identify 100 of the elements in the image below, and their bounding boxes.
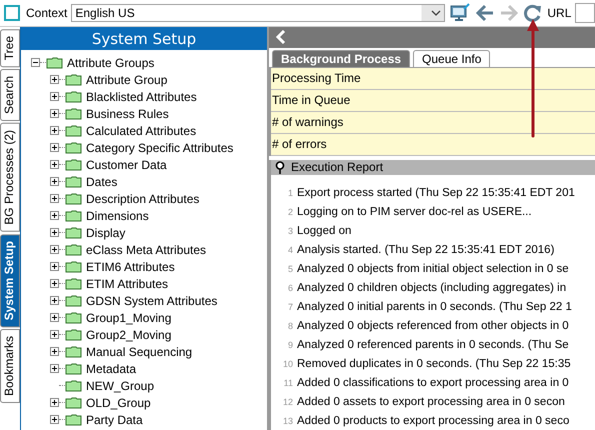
side-tab[interactable]: System Setup (0, 234, 20, 328)
folder-icon (65, 328, 82, 340)
side-tab[interactable]: BG Processes (2) (0, 123, 20, 232)
expand-icon[interactable] (50, 245, 59, 254)
line-number: 12 (282, 396, 294, 406)
monitor-icon[interactable] (449, 3, 472, 23)
refresh-icon[interactable] (523, 4, 544, 22)
expand-icon[interactable] (50, 143, 59, 152)
tree-item[interactable]: OLD_Group (86, 396, 151, 410)
expand-icon[interactable] (50, 279, 59, 288)
tree-item[interactable]: Manual Sequencing (86, 344, 192, 358)
side-tab[interactable]: Tree (0, 29, 20, 68)
line-number: 6 (286, 282, 294, 292)
line-number: 4 (286, 244, 294, 254)
log-line: Export process started (Thu Sep 22 15:35:41 EDT 201 (297, 186, 575, 198)
tree-item[interactable]: ETIM6 Attributes (86, 260, 175, 274)
app-logo-icon (4, 5, 20, 21)
expand-icon[interactable] (50, 262, 59, 271)
tree-item[interactable]: Business Rules (86, 106, 169, 120)
log-line: Added 0 products to export processing area in 0 seco (297, 414, 570, 426)
tree-item[interactable]: Category Specific Attributes (86, 140, 234, 154)
expand-icon[interactable] (50, 109, 59, 118)
info-row: Time in Queue (271, 90, 595, 112)
context-label: Context (26, 6, 68, 20)
folder-icon (65, 158, 82, 170)
folder-icon (65, 192, 82, 204)
tree-item[interactable]: Metadata (86, 362, 136, 376)
info-row: Processing Time (271, 68, 595, 90)
expand-icon[interactable] (50, 92, 59, 101)
folder-icon (65, 210, 82, 222)
folder-icon (65, 124, 82, 136)
folder-icon (65, 260, 82, 272)
tree-item[interactable]: Attribute Group (86, 72, 168, 86)
expand-icon[interactable] (50, 313, 59, 322)
line-number: 1 (286, 188, 294, 198)
folder-icon (46, 56, 63, 68)
expand-icon[interactable] (50, 364, 59, 373)
expand-icon[interactable] (50, 211, 59, 220)
tree-item[interactable]: Dimensions (86, 208, 149, 222)
expand-icon[interactable] (50, 160, 59, 169)
info-row: # of warnings (271, 112, 595, 134)
tree-item[interactable]: Customer Data (86, 158, 167, 172)
tree-item[interactable]: Calculated Attributes (86, 124, 196, 138)
folder-icon (65, 312, 82, 324)
tree-item[interactable]: Group1_Moving (86, 310, 172, 324)
folder-icon (65, 142, 82, 154)
tree-item[interactable]: Group2_Moving (86, 328, 172, 342)
folder-icon (65, 90, 82, 102)
log-line: Analyzed 0 children objects (including aggregates) in (297, 282, 566, 294)
url-field[interactable] (575, 3, 595, 23)
expand-icon[interactable] (50, 347, 59, 356)
tree-item[interactable]: ETIM Attributes (86, 276, 168, 290)
log-line: Analyzed 0 objects referenced from other objects in 0 (297, 320, 569, 332)
back-arrow-icon[interactable] (475, 4, 496, 22)
section-title: Execution Report (291, 160, 384, 174)
tree-item[interactable]: Party Data (86, 412, 143, 426)
collapse-chevron-icon[interactable] (275, 30, 287, 44)
folder-icon (65, 74, 82, 86)
log-line: Analysis started. (Thu Sep 22 15:35:41 EDT 2016) (297, 244, 554, 256)
log-line: Analyzed 0 initial parents in 0 seconds. (Thu Sep 22 1 (297, 300, 572, 312)
context-dropdown[interactable]: English US (71, 4, 446, 22)
line-number: 13 (282, 416, 294, 426)
tree-item[interactable]: NEW_Group (86, 378, 154, 392)
expand-icon[interactable] (50, 75, 59, 84)
log-line: Added 0 assets to export processing area in 0 secon (297, 396, 565, 408)
expand-icon[interactable] (50, 228, 59, 237)
folder-icon (65, 380, 82, 392)
tree-item[interactable]: eClass Meta Attributes (86, 242, 206, 256)
panel-title: System Setup (21, 27, 267, 50)
log-line: Analyzed 0 referenced parents in 0 seconds. (Thu Se (297, 338, 569, 350)
panel-tab[interactable]: Background Process (272, 50, 410, 67)
caret-icon (431, 10, 442, 16)
tree-item[interactable]: Dates (86, 174, 118, 188)
side-tab[interactable]: Bookmarks (0, 329, 20, 404)
tree-item[interactable]: Attribute Groups (67, 56, 154, 70)
expand-icon[interactable] (50, 177, 59, 186)
tree-item[interactable]: Blacklisted Attributes (86, 90, 197, 104)
log-line: Logging on to PIM server doc-rel as USERE... (297, 206, 532, 218)
log-line: Logged on (297, 224, 352, 236)
line-number: 3 (286, 226, 294, 236)
expand-icon[interactable] (50, 330, 59, 339)
log-line: Added 0 classifications to export processing area in 0 (297, 376, 569, 388)
tree-item[interactable]: GDSN System Attributes (86, 294, 218, 308)
folder-icon (65, 396, 82, 408)
expand-icon[interactable] (50, 296, 59, 305)
line-number: 2 (286, 206, 294, 216)
folder-icon (65, 244, 82, 256)
url-label: URL (547, 6, 572, 20)
line-number: 5 (286, 264, 294, 274)
expand-icon[interactable] (50, 415, 59, 424)
expand-icon[interactable] (50, 398, 59, 407)
tree-item[interactable]: Description Attributes (86, 192, 200, 206)
folder-icon (65, 226, 82, 238)
collapse-icon[interactable] (31, 58, 40, 67)
expand-icon[interactable] (50, 194, 59, 203)
panel-tab[interactable]: Queue Info (413, 50, 490, 67)
expand-icon[interactable] (50, 126, 59, 135)
side-tab[interactable]: Search (0, 69, 20, 122)
line-number: 7 (286, 302, 294, 312)
tree-item[interactable]: Display (86, 226, 126, 240)
